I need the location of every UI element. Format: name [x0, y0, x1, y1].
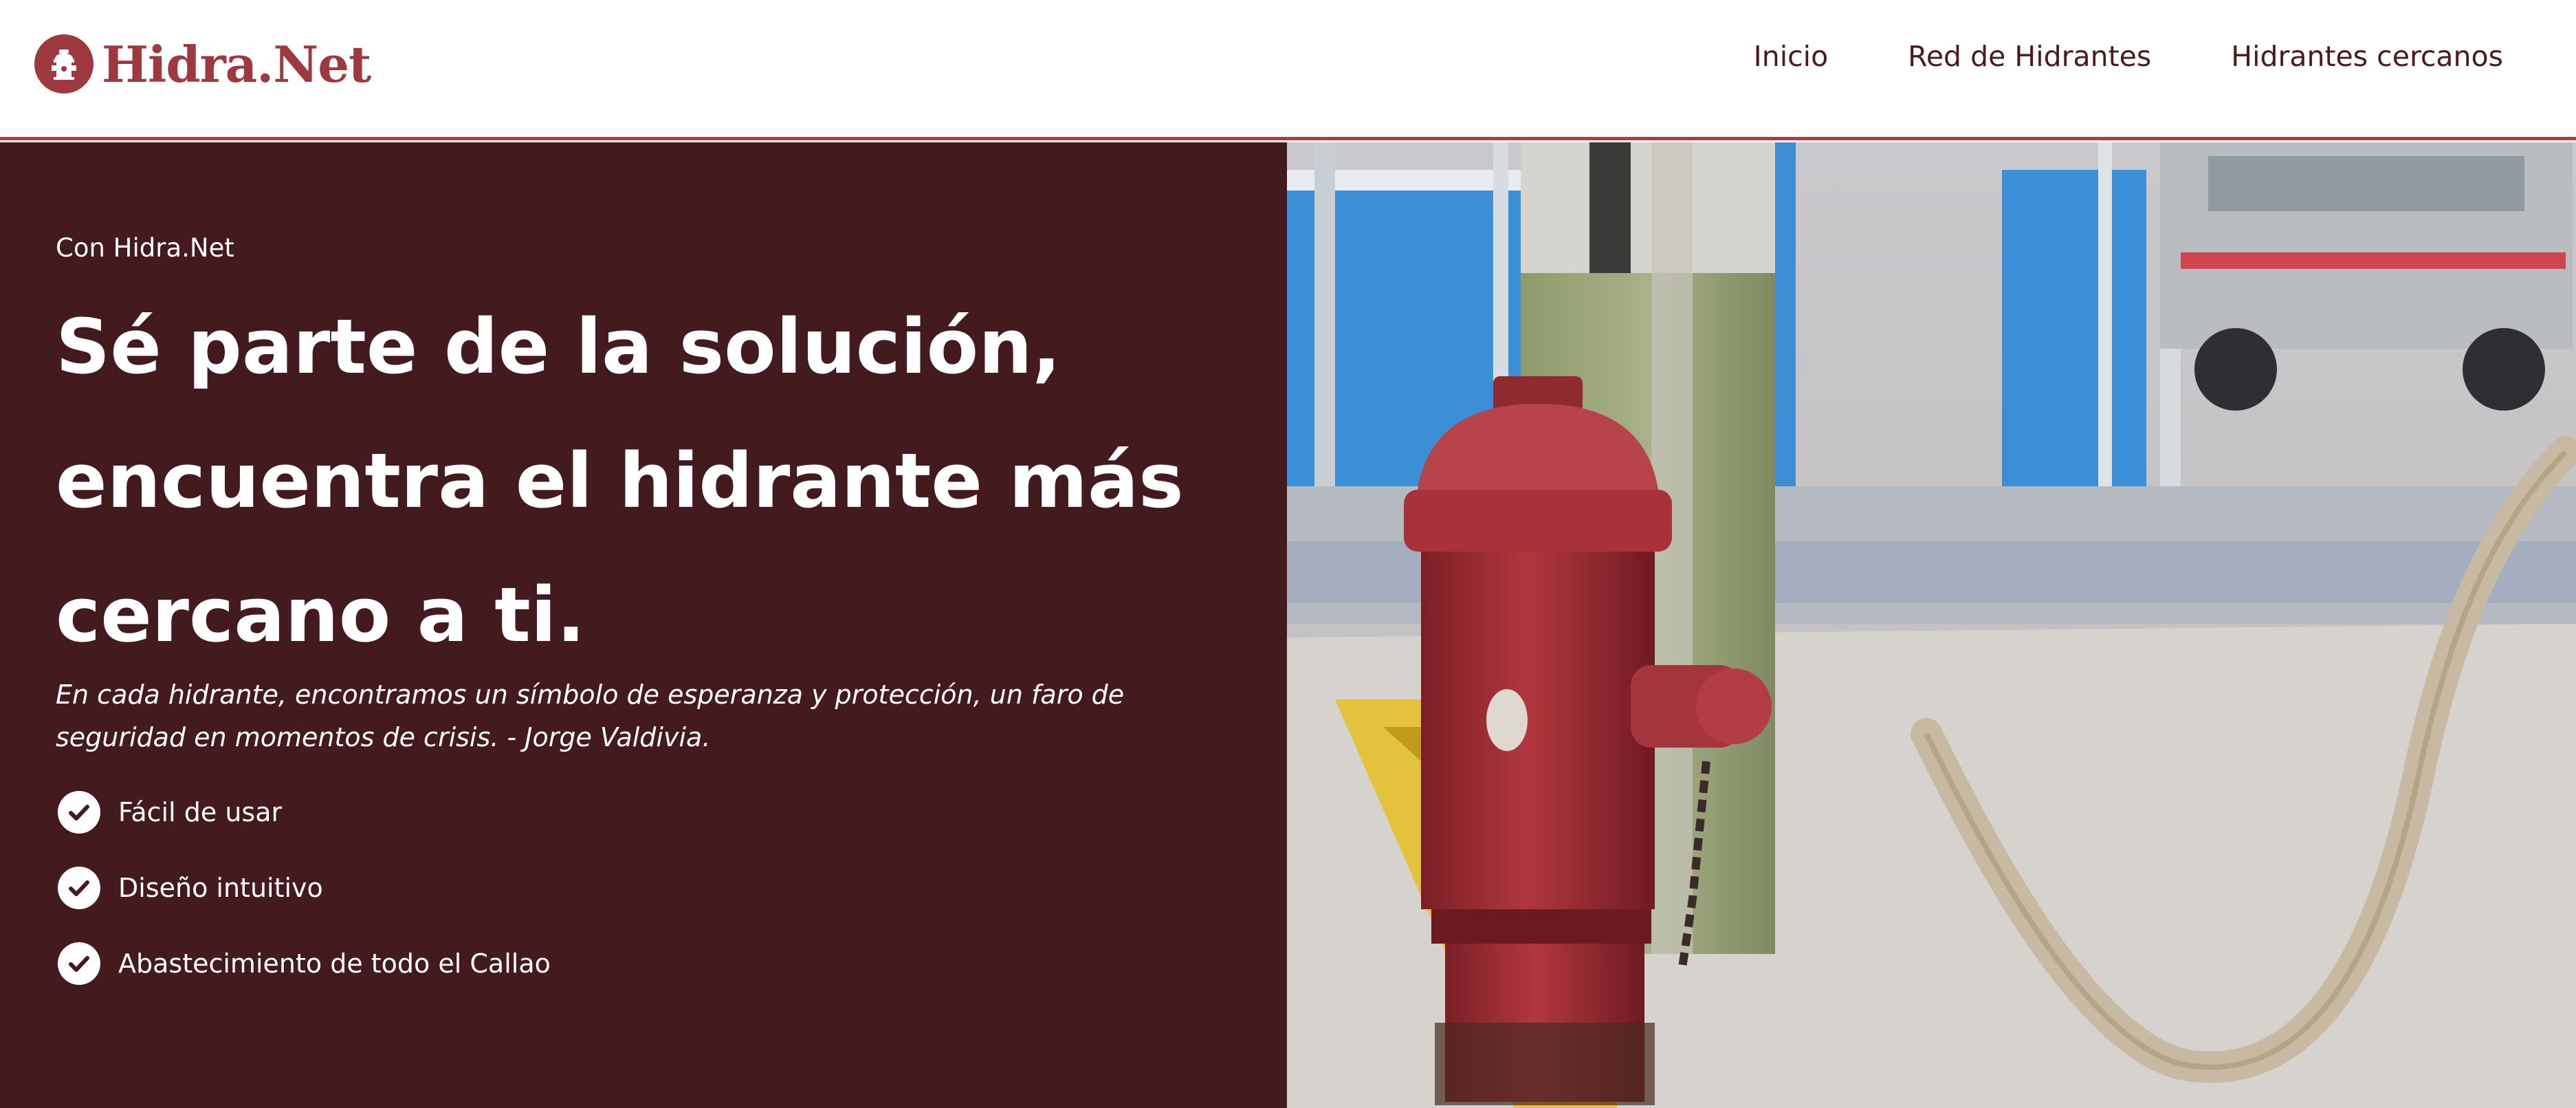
fire-hydrant-photo [1287, 142, 2576, 1108]
hero-headline: Sé parte de la solución, encuentra el hi… [56, 280, 1266, 682]
hero-eyebrow: Con Hidra.Net [56, 233, 234, 263]
feature-label: Abastecimiento de todo el Callao [118, 948, 551, 979]
hero-section: Con Hidra.Net Sé parte de la solución, e… [0, 142, 2576, 1108]
photo-illustration [1287, 142, 2576, 1108]
feature-item: Diseño intuitivo [58, 867, 551, 909]
nav-link-hidrantes-cercanos[interactable]: Hidrantes cercanos [2231, 40, 2503, 73]
check-circle-icon [58, 942, 100, 985]
feature-item: Abastecimiento de todo el Callao [58, 942, 551, 985]
brand-name: Hidra.Net [102, 34, 371, 94]
headline-line: Sé parte de la solución, [56, 303, 1061, 391]
feature-label: Diseño intuitivo [118, 873, 323, 903]
nav-link-red-de-hidrantes[interactable]: Red de Hidrantes [1908, 40, 2151, 73]
main-nav: Inicio Red de Hidrantes Hidrantes cercan… [1754, 40, 2503, 73]
check-circle-icon [58, 791, 100, 834]
feature-item: Fácil de usar [58, 791, 551, 834]
feature-list: Fácil de usar Diseño intuitivo Abastecim… [58, 791, 551, 1018]
nav-link-inicio[interactable]: Inicio [1754, 40, 1829, 73]
headline-line: encuentra el hidrante más [56, 437, 1184, 525]
check-circle-icon [58, 867, 100, 909]
feature-label: Fácil de usar [118, 797, 283, 827]
brand-logo-link[interactable]: Hidra.Net [34, 34, 371, 94]
headline-line: cercano a ti. [56, 571, 586, 659]
navbar: Hidra.Net Inicio Red de Hidrantes Hidran… [0, 0, 2576, 140]
hero-quote: En cada hidrante, encontramos un símbolo… [56, 680, 1125, 752]
fire-hydrant-icon [34, 34, 93, 94]
hero-text-panel: Con Hidra.Net Sé parte de la solución, e… [0, 142, 1287, 1108]
